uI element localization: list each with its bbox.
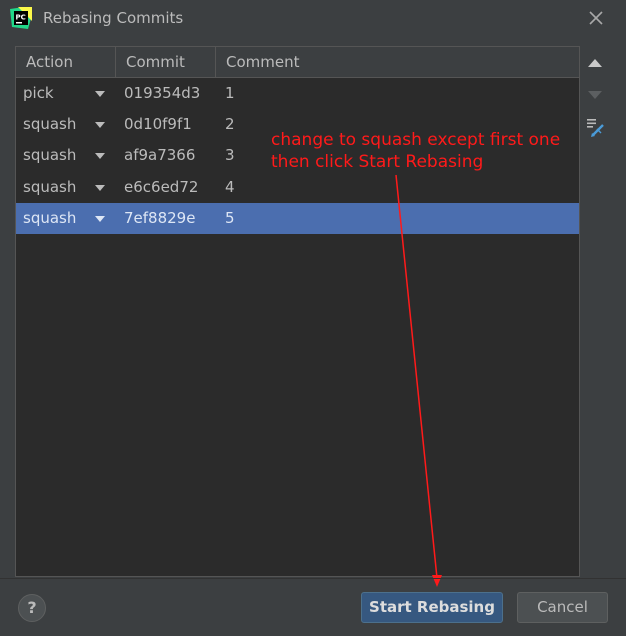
row-action[interactable]: squash (23, 109, 103, 140)
table-row[interactable]: pick 019354d3 1 (16, 78, 579, 109)
table-header: Action Commit Comment (16, 47, 579, 78)
move-down-icon[interactable] (584, 83, 606, 105)
row-comment[interactable]: 4 (225, 172, 425, 203)
action-dropdown-arrow-icon[interactable] (94, 121, 106, 129)
start-rebasing-button[interactable]: Start Rebasing (361, 592, 503, 623)
row-action[interactable]: pick (23, 78, 103, 109)
row-commit-hash: 7ef8829e (124, 209, 196, 227)
row-action[interactable]: squash (23, 172, 103, 203)
annotation-line-2: then click Start Rebasing (271, 152, 484, 172)
row-commit-hash: af9a7366 (124, 146, 196, 164)
column-header-action[interactable]: Action (16, 47, 116, 77)
row-action[interactable]: squash (23, 140, 103, 171)
app-icon-text: PC (16, 14, 26, 22)
title-bar: PC Rebasing Commits (0, 0, 626, 36)
action-dropdown-arrow-icon[interactable] (94, 215, 106, 223)
cancel-button[interactable]: Cancel (517, 592, 608, 623)
table-row-selected[interactable]: squash 7ef8829e 5 (16, 203, 579, 234)
help-button[interactable]: ? (18, 594, 46, 622)
column-header-commit[interactable]: Commit (116, 47, 216, 77)
action-dropdown-arrow-icon[interactable] (94, 90, 106, 98)
annotation-line-1: change to squash except first one (271, 130, 561, 150)
action-dropdown-arrow-icon[interactable] (94, 152, 106, 160)
row-comment[interactable]: 1 (225, 78, 425, 109)
close-icon[interactable] (586, 8, 606, 28)
move-up-icon[interactable] (584, 52, 606, 74)
column-header-comment[interactable]: Comment (216, 47, 579, 77)
dialog-title: Rebasing Commits (43, 9, 184, 27)
table-row[interactable]: squash e6c6ed72 4 (16, 172, 579, 203)
commits-table: Action Commit Comment pick 019354d3 1 sq… (15, 46, 580, 577)
row-commit-hash: 0d10f9f1 (124, 115, 192, 133)
row-action[interactable]: squash (23, 203, 103, 234)
tutorial-annotation: change to squash except first one then c… (271, 129, 591, 173)
row-comment[interactable]: 5 (225, 203, 425, 234)
row-commit-hash: e6c6ed72 (124, 178, 199, 196)
row-commit-hash: 019354d3 (124, 84, 201, 102)
footer-divider (0, 578, 626, 579)
pycharm-logo-icon: PC (10, 7, 32, 29)
action-dropdown-arrow-icon[interactable] (94, 184, 106, 192)
